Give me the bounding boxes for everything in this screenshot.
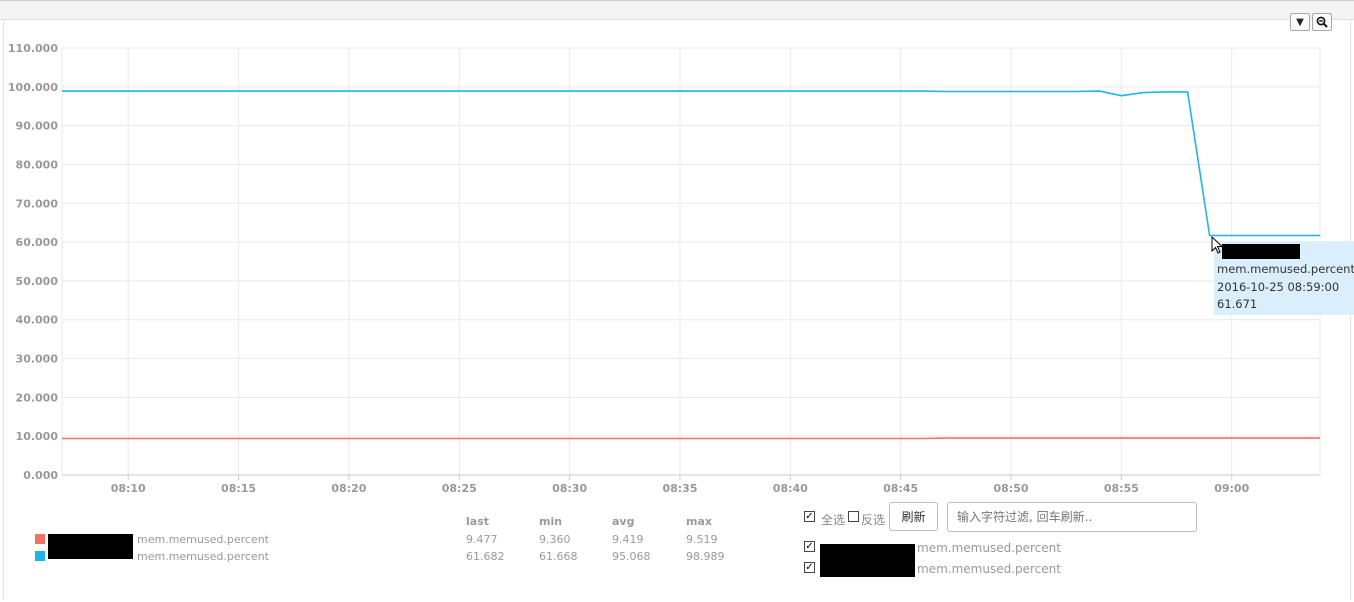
options-dropdown-button[interactable]: ▼ — [1290, 13, 1310, 31]
legend-header-avg: avg — [612, 515, 635, 528]
legend-header-max: max — [686, 515, 712, 528]
redacted-endpoint — [1222, 244, 1300, 259]
legend-header-min: min — [539, 515, 563, 528]
legend-swatch-blue — [35, 551, 45, 561]
x-tick-label: 08:45 — [883, 482, 918, 495]
legend-last: 61.682 — [466, 550, 505, 563]
y-tick-label: 110.000 — [8, 42, 58, 55]
panel-header-bar — [0, 0, 1354, 20]
y-tick-label: 80.000 — [16, 158, 59, 171]
series-line-0 — [62, 90, 1320, 237]
select-all-label: 全选 — [821, 513, 846, 527]
chart-tooltip: mem.memused.percent 2016-10-25 08:59:00 … — [1214, 241, 1354, 315]
mouse-cursor-icon — [1211, 236, 1223, 254]
legend-avg: 9.419 — [612, 533, 644, 546]
invert-selection-label: 反选 — [861, 513, 886, 527]
x-tick-label: 08:40 — [773, 482, 808, 495]
tooltip-time: 2016-10-25 08:59:00 — [1217, 279, 1340, 294]
y-tick-label: 90.000 — [16, 120, 59, 133]
x-tick-label: 09:00 — [1214, 482, 1249, 495]
series-checkbox[interactable]: ✓ — [804, 562, 815, 573]
legend-max: 98.989 — [686, 550, 725, 563]
x-tick-label: 08:30 — [552, 482, 587, 495]
redacted-endpoint — [48, 534, 133, 559]
filter-input[interactable] — [947, 502, 1197, 532]
select-all-checkbox[interactable]: ✓ — [804, 511, 815, 522]
legend-min: 9.360 — [539, 533, 571, 546]
y-tick-label: 10.000 — [16, 430, 59, 443]
legend-metric: mem.memused.percent — [137, 550, 269, 563]
x-tick-label: 08:35 — [662, 482, 697, 495]
legend-last: 9.477 — [466, 533, 498, 546]
x-tick-label: 08:20 — [331, 482, 366, 495]
legend-min: 61.668 — [539, 550, 578, 563]
redacted-endpoint — [820, 544, 915, 577]
y-tick-label: 100.000 — [8, 81, 58, 94]
y-tick-label: 60.000 — [16, 236, 59, 249]
tooltip-value: 61.671 — [1217, 297, 1258, 311]
zoom-out-icon — [1316, 16, 1328, 28]
y-tick-label: 20.000 — [16, 391, 59, 404]
zoom-reset-button[interactable] — [1312, 13, 1332, 31]
x-tick-label: 08:25 — [442, 482, 477, 495]
y-tick-label: 50.000 — [16, 275, 59, 288]
invert-selection-checkbox[interactable] — [848, 511, 859, 522]
legend-header-last: last — [466, 515, 489, 528]
refresh-button[interactable]: 刷新 — [889, 502, 938, 531]
legend-avg: 95.068 — [612, 550, 651, 563]
series-list-item: mem.memused.percent — [917, 541, 1061, 555]
y-tick-label: 0.000 — [23, 469, 58, 482]
x-tick-label: 08:15 — [221, 482, 256, 495]
series-list-item: mem.memused.percent — [917, 562, 1061, 576]
series-checkbox[interactable]: ✓ — [804, 541, 815, 552]
legend-swatch-red — [35, 534, 45, 544]
x-tick-label: 08:50 — [994, 482, 1029, 495]
y-tick-label: 40.000 — [16, 314, 59, 327]
legend-max: 9.519 — [686, 533, 718, 546]
y-tick-label: 30.000 — [16, 353, 59, 366]
tooltip-series: mem.memused.percent — [1217, 262, 1354, 276]
line-chart[interactable]: 0.000 10.000 20.000 30.000 40.000 50.000 60.00… — [0, 30, 1354, 500]
x-tick-label: 08:10 — [111, 482, 146, 495]
y-tick-label: 70.000 — [16, 197, 59, 210]
caret-down-icon: ▼ — [1296, 16, 1304, 28]
x-tick-label: 08:55 — [1104, 482, 1139, 495]
legend-metric: mem.memused.percent — [137, 533, 269, 546]
